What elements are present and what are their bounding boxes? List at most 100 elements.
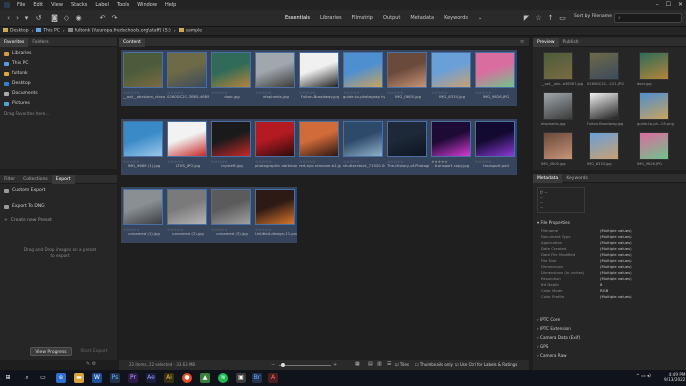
illustrator-icon[interactable]: Ai — [164, 373, 174, 383]
thumbnail-image[interactable] — [475, 52, 515, 88]
open-in-camera-raw-icon[interactable]: ◉ — [74, 14, 83, 23]
sort-dropdown[interactable]: Sort by Filename ⌄ — [574, 14, 617, 22]
breadcrumb-network-drive[interactable]: fultonk (\\europa.fredschools.org\staff)… — [67, 28, 171, 34]
metadata-value[interactable]: (Multiple values) — [600, 240, 632, 245]
workspace-metadata[interactable]: Metadata — [405, 13, 439, 23]
photoshop-icon[interactable]: Ps — [110, 373, 120, 383]
preview-image[interactable] — [589, 132, 619, 160]
metadata-section[interactable]: › Camera Raw — [537, 353, 567, 358]
preview-image[interactable] — [639, 132, 669, 160]
thumbnail-image[interactable] — [475, 121, 515, 157]
camera-icon[interactable]: ◙ — [50, 14, 59, 23]
tab-collections[interactable]: Collections — [19, 175, 52, 184]
thumbnail-item[interactable]: ☆☆☆☆☆ IMG_0605.jpg — [385, 50, 429, 106]
tab-metadata[interactable]: Metadata — [533, 173, 563, 183]
ctrl-labels-option[interactable]: ☑ Use Ctrl for Labels & Ratings — [455, 362, 517, 367]
quality-icon[interactable]: ◤ — [522, 14, 531, 23]
metadata-value[interactable]: RGB — [600, 288, 608, 293]
thumbnail-item[interactable]: ☆☆☆☆☆ unnamed (3).jpg — [209, 187, 253, 243]
thumbnail-item[interactable]: ☆☆☆☆☆guide-to-photograp hy-com...05.png — [341, 50, 385, 106]
thumbnail-item[interactable]: ☆☆☆☆☆ unnamed (2).jpg — [165, 187, 209, 243]
tab-filter[interactable]: Filter — [0, 175, 19, 184]
thumbnail-item[interactable]: ★★★★★ transport copy.jpg — [429, 119, 473, 175]
thumbnails-only-option[interactable]: ☐ Thumbnails only — [415, 362, 453, 367]
windows-start-icon[interactable]: ⊞ — [3, 373, 13, 383]
workspace-output[interactable]: Output — [378, 13, 405, 23]
after-effects-icon[interactable]: Ae — [146, 373, 156, 383]
workspace-menu-chevron-icon[interactable]: ⌄ — [473, 13, 487, 23]
file-properties-section[interactable]: ▾ File Properties — [537, 220, 570, 225]
export-dng[interactable]: Export To DNG — [4, 204, 45, 209]
thumbnail-image[interactable] — [211, 121, 251, 157]
file-explorer-icon[interactable]: ▬ — [74, 373, 84, 383]
zoom-out-icon[interactable]: − — [271, 362, 275, 368]
thumbnail-image[interactable] — [299, 52, 339, 88]
thumbnail-item[interactable]: ☆☆☆☆☆__oot__abcstom_ctoco._o36367.jpg — [121, 50, 165, 106]
thumbnail-image[interactable] — [299, 121, 339, 157]
preview-image[interactable] — [543, 132, 573, 160]
slider-handle[interactable] — [281, 362, 285, 367]
thumbnail-image[interactable] — [255, 189, 295, 225]
new-folder-icon[interactable]: ▭ — [558, 14, 567, 23]
thumbnail-item[interactable]: ☆☆☆☆☆ IMG_8334.jpg — [429, 50, 473, 106]
close-icon[interactable]: ✕ — [678, 1, 683, 8]
metadata-value[interactable]: (Multiple values) — [600, 228, 632, 233]
view-thumbnails-icon[interactable]: ▤ — [368, 361, 373, 367]
sort-ascending-icon[interactable]: ↑ — [546, 14, 555, 23]
thumbnail-item[interactable]: ☆☆☆☆☆ red-eye-remover-b1.jpg — [297, 119, 341, 175]
tiles-option[interactable]: ☑ Tiles — [395, 362, 409, 367]
menu-help[interactable]: Help — [161, 2, 180, 8]
thumbnail-image[interactable] — [167, 121, 207, 157]
forward-icon[interactable]: › — [13, 14, 22, 23]
zoom-in-icon[interactable]: + — [333, 362, 337, 368]
task-view-icon[interactable]: ▭ — [38, 373, 48, 383]
tab-export[interactable]: Export — [51, 174, 75, 184]
breadcrumb-desktop[interactable]: Desktop — [3, 28, 29, 34]
refine-icon[interactable]: ◇ — [62, 14, 71, 23]
thumbnail-item[interactable]: ☆☆☆☆☆ IMG_9669 (1).jpg — [121, 119, 165, 175]
rotate-right-icon[interactable]: ↷ — [110, 14, 119, 23]
app-icon[interactable]: ▣ — [236, 373, 246, 383]
menu-window[interactable]: Window — [133, 2, 161, 8]
thumbnail-item[interactable]: ☆☆☆☆☆ elephants.jpg — [253, 50, 297, 106]
thumbnail-image[interactable] — [387, 121, 427, 157]
breadcrumb-sample[interactable]: sample — [178, 28, 202, 34]
menu-edit[interactable]: Edit — [29, 2, 47, 8]
workspace-filmstrip[interactable]: Filmstrip — [347, 13, 378, 23]
export-settings-icon[interactable]: ✎ ⚙ — [86, 361, 96, 367]
favorite-item-libraries[interactable]: Libraries — [4, 51, 31, 56]
metadata-value[interactable]: (Multiple values) — [600, 264, 632, 269]
search-input[interactable]: ⌕ — [614, 13, 682, 23]
panel-menu-icon[interactable]: ≡ — [520, 39, 524, 45]
premiere-icon[interactable]: Pr — [128, 373, 138, 383]
favorite-item-this-pc[interactable]: This PC — [4, 61, 28, 66]
thumbnail-image[interactable] — [211, 189, 251, 225]
metadata-value[interactable]: (Multiple values) — [600, 246, 632, 251]
preview-image[interactable] — [639, 92, 669, 120]
metadata-value[interactable]: (Multiple values) — [600, 294, 632, 299]
menu-label[interactable]: Label — [91, 2, 113, 8]
menu-view[interactable]: View — [47, 2, 67, 8]
lock-grid-icon[interactable]: ▦ — [355, 361, 360, 367]
chrome-icon[interactable]: ● — [182, 373, 192, 383]
thumbnail-image[interactable] — [211, 52, 251, 88]
view-list-icon[interactable]: ☰ — [387, 361, 391, 367]
thumbnail-image[interactable] — [387, 52, 427, 88]
view-progress-button[interactable]: View Progress — [30, 347, 72, 356]
thumbnail-item[interactable]: ☆☆☆☆☆0260DC2C-3B85-4689-84C6..C0E21.JPG — [165, 50, 209, 106]
system-tray-icon[interactable]: ^ ▭ ◂) — [636, 374, 651, 379]
metadata-section[interactable]: › IPTC Core — [537, 317, 560, 322]
thumbnail-image[interactable] — [343, 121, 383, 157]
tab-content[interactable]: Content — [119, 37, 145, 47]
edge-browser-icon[interactable]: e — [56, 373, 66, 383]
favorite-item-fultonk[interactable]: fultonk — [4, 71, 28, 76]
metadata-value[interactable]: (Multiple values) — [600, 276, 632, 281]
thumbnail-item[interactable]: ☆☆☆☆☆ mysteft.jpg — [209, 119, 253, 175]
favorite-item-pictures[interactable]: Pictures — [4, 101, 30, 106]
thumbnail-image[interactable] — [431, 121, 471, 157]
menu-tools[interactable]: Tools — [113, 2, 133, 8]
thumbnail-image[interactable] — [123, 189, 163, 225]
favorite-item-desktop[interactable]: Desktop — [4, 81, 31, 86]
thumbnail-image[interactable] — [255, 121, 295, 157]
metadata-value[interactable]: (Multiple values) — [600, 258, 632, 263]
